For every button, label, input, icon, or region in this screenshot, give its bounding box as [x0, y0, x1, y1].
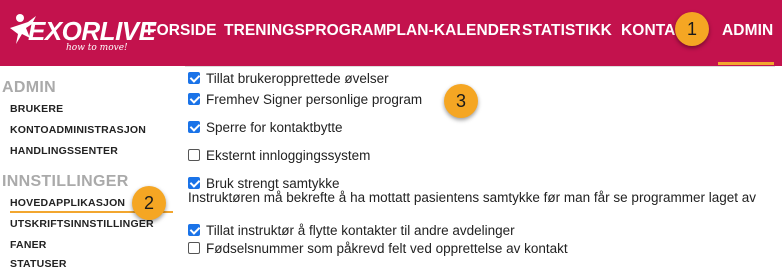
option-label: Fremhev Signer personlige program [206, 91, 423, 107]
option-label: Fødselsnummer som påkrevd felt ved oppre… [206, 240, 568, 256]
checkbox-unchecked[interactable] [188, 149, 200, 161]
nav-item-forside[interactable]: FORSIDE [147, 22, 217, 40]
logo-tagline: how to move! [66, 43, 128, 53]
sidebar-item-utskriftsinnstillinger[interactable]: UTSKRIFTSINNSTILLINGER [10, 218, 154, 230]
option-label: Tillat instruktør å flytte kontakter til… [206, 222, 515, 238]
admin-sidebar: ADMIN BRUKERE KONTOADMINISTRASJON HANDLI… [0, 66, 175, 270]
option-label: Tillat brukeropprettede øvelser [206, 70, 389, 86]
exorlive-logo[interactable]: EXORLIVE how to move! [6, 8, 156, 56]
sidebar-heading-innstillinger: INNSTILLINGER [2, 173, 129, 190]
content-divider [185, 66, 775, 67]
sidebar-item-hovedapplikasjon[interactable]: HOVEDAPPLIKASJON [10, 197, 125, 209]
sidebar-heading-admin: ADMIN [2, 79, 56, 96]
option-strengt-samtykke[interactable]: Bruk strengt samtykke [188, 175, 340, 191]
active-nav-indicator [718, 62, 774, 65]
checkbox-checked[interactable] [188, 72, 200, 84]
checkbox-checked[interactable] [188, 224, 200, 236]
option-label: Bruk strengt samtykke [206, 175, 340, 191]
checkbox-checked[interactable] [188, 93, 200, 105]
sidebar-item-kontoadministrasjon[interactable]: KONTOADMINISTRASJON [10, 124, 146, 136]
option-label: Eksternt innloggingssystem [206, 147, 371, 163]
callout-badge-1: 1 [675, 12, 709, 46]
option-fodselsnummer-pakrevd[interactable]: Fødselsnummer som påkrevd felt ved oppre… [188, 240, 568, 256]
option-eksternt-innlogging[interactable]: Eksternt innloggingssystem [188, 147, 370, 163]
callout-badge-2: 2 [132, 186, 166, 220]
option-label: Sperre for kontaktbytte [206, 119, 343, 135]
option-tillat-brukeropprettede-ovelser[interactable]: Tillat brukeropprettede øvelser [188, 70, 389, 86]
sidebar-item-handlingssenter[interactable]: HANDLINGSSENTER [10, 145, 118, 157]
nav-item-plan-kalender[interactable]: PLAN-KALENDER [386, 22, 521, 40]
option-fremhev-signer[interactable]: Fremhev Signer personlige program [188, 91, 422, 107]
sidebar-item-faner[interactable]: FANER [10, 239, 47, 251]
option-description: Instruktøren må bekrefte å ha mottatt pa… [188, 190, 756, 205]
sidebar-item-brukere[interactable]: BRUKERE [10, 103, 63, 115]
callout-badge-3: 3 [444, 84, 478, 118]
nav-item-statistikk[interactable]: STATISTIKK [522, 22, 612, 40]
checkbox-checked[interactable] [188, 121, 200, 133]
sidebar-item-statuser[interactable]: STATUSER [10, 258, 67, 270]
option-sperre-kontaktbytte[interactable]: Sperre for kontaktbytte [188, 119, 343, 135]
checkbox-unchecked[interactable] [188, 242, 200, 254]
checkbox-checked[interactable] [188, 177, 200, 189]
nav-item-admin[interactable]: ADMIN [722, 22, 773, 40]
option-flytte-kontakter[interactable]: Tillat instruktør å flytte kontakter til… [188, 222, 515, 238]
top-navigation-bar: EXORLIVE how to move! FORSIDE TRENINGSPR… [0, 0, 782, 66]
nav-item-treningsprogram[interactable]: TRENINGSPROGRAM [224, 22, 387, 40]
